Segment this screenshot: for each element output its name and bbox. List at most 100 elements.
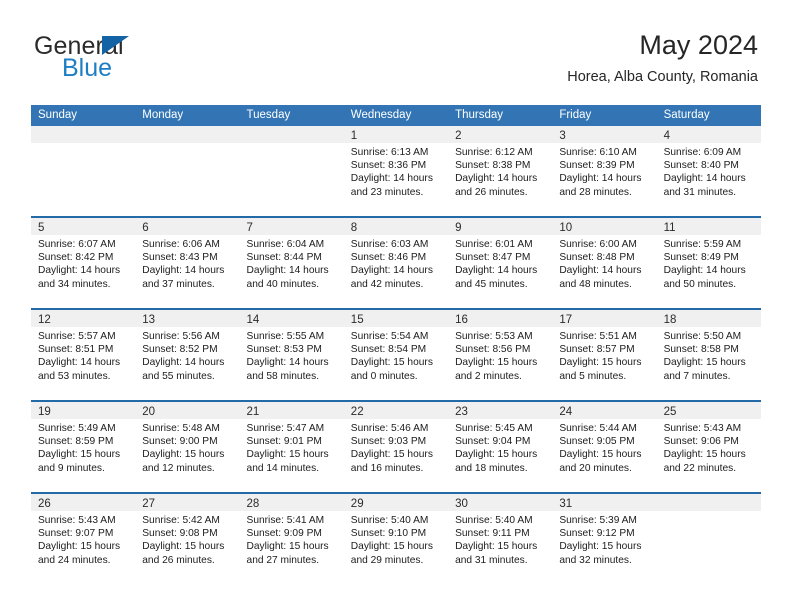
day-number: 28 bbox=[246, 498, 260, 510]
calendar-day-cell[interactable]: 12 Sunrise: 5:57 AM Sunset: 8:51 PM Dayligh… bbox=[31, 310, 136, 400]
location-subtitle: Horea, Alba County, Romania bbox=[567, 69, 758, 85]
calendar-week-row: 5 Sunrise: 6:07 AM Sunset: 8:42 PM Daylight… bbox=[31, 216, 761, 308]
day-number-band: 29 bbox=[343, 494, 449, 511]
daylight-text-line1: Daylight: 15 hours bbox=[455, 541, 538, 553]
calendar-day-cell[interactable]: 26 Sunrise: 5:43 AM Sunset: 9:07 PM Dayligh… bbox=[31, 494, 136, 584]
calendar-weeks: 1 Sunrise: 6:13 AM Sunset: 8:36 PM Daylight… bbox=[31, 126, 761, 584]
calendar-day-cell[interactable]: 21 Sunrise: 5:47 AM Sunset: 9:01 PM Dayligh… bbox=[239, 402, 344, 492]
day-number: 25 bbox=[663, 406, 677, 418]
calendar-day-cell[interactable]: 1 Sunrise: 6:13 AM Sunset: 8:36 PM Daylight… bbox=[343, 126, 449, 216]
calendar-day-cell[interactable]: 15 Sunrise: 5:54 AM Sunset: 8:54 PM Dayligh… bbox=[343, 310, 449, 400]
calendar-day-cell-empty bbox=[31, 126, 136, 216]
sunset-text: Sunset: 8:51 PM bbox=[38, 344, 114, 356]
calendar-day-cell[interactable]: 24 Sunrise: 5:44 AM Sunset: 9:05 PM Dayligh… bbox=[552, 402, 657, 492]
daylight-text-line1: Daylight: 15 hours bbox=[559, 449, 642, 461]
sunset-text: Sunset: 9:09 PM bbox=[246, 528, 322, 540]
daylight-text-line2: and 42 minutes. bbox=[350, 278, 424, 290]
calendar-day-cell[interactable]: 9 Sunrise: 6:01 AM Sunset: 8:47 PM Daylight… bbox=[448, 218, 553, 308]
calendar-day-cell[interactable]: 22 Sunrise: 5:46 AM Sunset: 9:03 PM Dayligh… bbox=[343, 402, 449, 492]
day-number: 27 bbox=[142, 498, 156, 510]
calendar-day-cell[interactable]: 29 Sunrise: 5:40 AM Sunset: 9:10 PM Dayligh… bbox=[343, 494, 449, 584]
calendar-day-cell[interactable]: 23 Sunrise: 5:45 AM Sunset: 9:04 PM Dayligh… bbox=[448, 402, 553, 492]
sunrise-text: Sunrise: 5:56 AM bbox=[142, 331, 220, 342]
day-details bbox=[135, 143, 239, 146]
sunrise-text: Sunrise: 5:53 AM bbox=[455, 331, 533, 342]
calendar-day-cell[interactable]: 13 Sunrise: 5:56 AM Sunset: 8:52 PM Dayligh… bbox=[135, 310, 240, 400]
calendar-day-cell[interactable]: 7 Sunrise: 6:04 AM Sunset: 8:44 PM Daylight… bbox=[239, 218, 344, 308]
day-number: 18 bbox=[663, 314, 677, 326]
sunset-text: Sunset: 8:38 PM bbox=[455, 160, 531, 172]
sunset-text: Sunset: 8:59 PM bbox=[38, 436, 114, 448]
sunrise-text: Sunrise: 6:00 AM bbox=[559, 239, 637, 250]
day-details: Sunrise: 6:00 AM Sunset: 8:48 PM Daylight:… bbox=[552, 235, 656, 291]
day-number: 2 bbox=[455, 130, 462, 142]
daylight-text-line2: and 12 minutes. bbox=[142, 462, 215, 474]
day-number: 19 bbox=[38, 406, 51, 418]
daylight-text-line1: Daylight: 15 hours bbox=[246, 449, 329, 461]
sunset-text: Sunset: 9:06 PM bbox=[663, 436, 739, 448]
sunrise-text: Sunrise: 6:04 AM bbox=[246, 239, 325, 250]
calendar-day-cell[interactable]: 31 Sunrise: 5:39 AM Sunset: 9:12 PM Dayligh… bbox=[552, 494, 657, 584]
weekday-header-saturday: Saturday bbox=[663, 109, 710, 121]
calendar-day-cell[interactable]: 16 Sunrise: 5:53 AM Sunset: 8:56 PM Dayligh… bbox=[448, 310, 553, 400]
day-details bbox=[31, 143, 135, 146]
day-number-band: 25 bbox=[656, 402, 761, 419]
day-details: Sunrise: 6:03 AM Sunset: 8:46 PM Daylight:… bbox=[344, 235, 448, 291]
daylight-text-line2: and 34 minutes. bbox=[38, 278, 111, 290]
day-number-band: 5 bbox=[31, 218, 136, 235]
day-number-band: 18 bbox=[656, 310, 761, 327]
sunset-text: Sunset: 8:36 PM bbox=[350, 160, 427, 172]
day-number: 1 bbox=[350, 130, 358, 142]
calendar-day-cell[interactable]: 19 Sunrise: 5:49 AM Sunset: 8:59 PM Dayligh… bbox=[31, 402, 136, 492]
calendar-day-cell[interactable]: 5 Sunrise: 6:07 AM Sunset: 8:42 PM Daylight… bbox=[31, 218, 136, 308]
calendar-day-cell[interactable]: 28 Sunrise: 5:41 AM Sunset: 9:09 PM Dayligh… bbox=[239, 494, 344, 584]
sunset-text: Sunset: 8:40 PM bbox=[663, 160, 739, 172]
daylight-text-line2: and 7 minutes. bbox=[663, 370, 731, 382]
day-number-band bbox=[31, 126, 136, 143]
daylight-text-line2: and 22 minutes. bbox=[663, 462, 737, 474]
calendar-day-cell[interactable]: 10 Sunrise: 6:00 AM Sunset: 8:48 PM Dayligh… bbox=[552, 218, 657, 308]
calendar-day-cell[interactable]: 2 Sunrise: 6:12 AM Sunset: 8:38 PM Daylight… bbox=[448, 126, 553, 216]
daylight-text-line2: and 45 minutes. bbox=[455, 278, 528, 290]
day-number: 6 bbox=[142, 222, 149, 234]
day-number-band: 23 bbox=[448, 402, 553, 419]
calendar-day-cell[interactable]: 6 Sunrise: 6:06 AM Sunset: 8:43 PM Daylight… bbox=[135, 218, 240, 308]
day-details bbox=[240, 143, 344, 146]
calendar-day-cell[interactable]: 11 Sunrise: 5:59 AM Sunset: 8:49 PM Dayligh… bbox=[656, 218, 761, 308]
day-number-band: 20 bbox=[135, 402, 240, 419]
day-number-band: 2 bbox=[448, 126, 553, 143]
day-number-band: 12 bbox=[31, 310, 136, 327]
daylight-text-line2: and 27 minutes. bbox=[246, 554, 320, 566]
daylight-text-line2: and 24 minutes. bbox=[38, 554, 111, 566]
calendar-day-cell[interactable]: 20 Sunrise: 5:48 AM Sunset: 9:00 PM Dayligh… bbox=[135, 402, 240, 492]
calendar-day-cell[interactable]: 30 Sunrise: 5:40 AM Sunset: 9:11 PM Dayligh… bbox=[448, 494, 553, 584]
daylight-text-line2: and 26 minutes. bbox=[455, 186, 528, 198]
calendar-day-cell[interactable]: 14 Sunrise: 5:55 AM Sunset: 8:53 PM Dayligh… bbox=[239, 310, 344, 400]
daylight-text-line2: and 26 minutes. bbox=[142, 554, 215, 566]
day-number: 10 bbox=[559, 222, 573, 234]
sunset-text: Sunset: 9:08 PM bbox=[142, 528, 218, 540]
calendar-day-cell[interactable]: 27 Sunrise: 5:42 AM Sunset: 9:08 PM Dayligh… bbox=[135, 494, 240, 584]
sunrise-text: Sunrise: 6:03 AM bbox=[350, 239, 429, 250]
calendar-day-cell[interactable]: 4 Sunrise: 6:09 AM Sunset: 8:40 PM Daylight… bbox=[656, 126, 761, 216]
day-number-band: 31 bbox=[552, 494, 657, 511]
daylight-text-line1: Daylight: 15 hours bbox=[38, 541, 121, 553]
daylight-text-line2: and 9 minutes. bbox=[38, 462, 105, 474]
daylight-text-line1: Daylight: 15 hours bbox=[559, 357, 642, 369]
daylight-text-line1: Daylight: 15 hours bbox=[559, 541, 642, 553]
calendar-day-cell[interactable]: 18 Sunrise: 5:50 AM Sunset: 8:58 PM Dayligh… bbox=[656, 310, 761, 400]
daylight-text-line2: and 58 minutes. bbox=[246, 370, 320, 382]
calendar-day-cell[interactable]: 3 Sunrise: 6:10 AM Sunset: 8:39 PM Daylight… bbox=[552, 126, 657, 216]
day-details: Sunrise: 5:40 AM Sunset: 9:11 PM Daylight:… bbox=[448, 511, 552, 567]
day-details: Sunrise: 6:07 AM Sunset: 8:42 PM Daylight:… bbox=[31, 235, 135, 291]
day-details: Sunrise: 6:13 AM Sunset: 8:36 PM Daylight:… bbox=[344, 143, 448, 199]
day-number: 21 bbox=[246, 406, 260, 418]
calendar-day-cell[interactable]: 25 Sunrise: 5:43 AM Sunset: 9:06 PM Dayligh… bbox=[656, 402, 761, 492]
daylight-text-line2: and 53 minutes. bbox=[38, 370, 111, 382]
calendar-day-cell[interactable]: 8 Sunrise: 6:03 AM Sunset: 8:46 PM Daylight… bbox=[343, 218, 449, 308]
sunset-text: Sunset: 8:56 PM bbox=[455, 344, 531, 356]
sunset-text: Sunset: 8:54 PM bbox=[350, 344, 427, 356]
brand-logo[interactable]: General Blue bbox=[34, 32, 224, 88]
calendar-day-cell[interactable]: 17 Sunrise: 5:51 AM Sunset: 8:57 PM Dayligh… bbox=[552, 310, 657, 400]
day-number: 15 bbox=[350, 314, 364, 326]
